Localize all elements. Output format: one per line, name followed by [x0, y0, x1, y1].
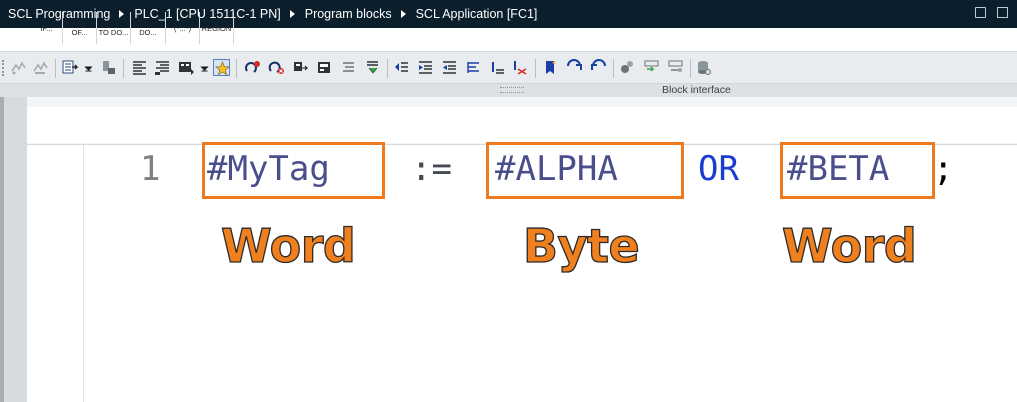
bookmark-remove-icon[interactable] [511, 59, 528, 76]
indent-right-icon[interactable] [417, 59, 434, 76]
step-into-icon[interactable] [667, 59, 684, 76]
list-indent-icon[interactable] [131, 59, 148, 76]
toolbar-separator [535, 59, 536, 78]
database-icon[interactable] [695, 59, 712, 76]
uncomment-icon[interactable] [316, 59, 333, 76]
breadcrumb-program-blocks[interactable]: Program blocks [305, 7, 392, 21]
align-icon[interactable] [465, 59, 482, 76]
download-icon[interactable] [364, 59, 381, 76]
favorites-icon[interactable] [213, 59, 230, 76]
beta-highlight-box [780, 142, 935, 199]
goto-errors-icon[interactable] [244, 59, 261, 76]
maximize-window-icon[interactable] [997, 7, 1008, 18]
toolbar-grip[interactable] [2, 60, 5, 76]
bookmark-next-icon[interactable] [542, 59, 559, 76]
comment-icon[interactable] [292, 59, 309, 76]
insert-block-call-icon[interactable] [62, 59, 79, 76]
toggle-comment-icon[interactable] [340, 59, 357, 76]
breadcrumb-separator-icon [289, 10, 295, 18]
editor-toolbar [0, 51, 1017, 84]
delete-errors-icon[interactable] [268, 59, 285, 76]
snippet-if-button[interactable]: IF... [31, 12, 63, 44]
editor-gutter [4, 145, 27, 402]
alpha-type-label: Byte [522, 218, 640, 273]
toolbar-separator [236, 59, 237, 78]
bookmark-last-icon[interactable] [590, 59, 607, 76]
block-interface-bar[interactable]: Block interface [0, 84, 1017, 97]
beta-type-label: Word [781, 218, 917, 273]
toolbar-separator [387, 59, 388, 78]
dropdown-arrow-icon[interactable] [80, 59, 93, 76]
breakpoint-icon[interactable] [619, 59, 636, 76]
bookmark-set-icon[interactable] [489, 59, 506, 76]
snippet-while-button[interactable]: WHILE... DO... [131, 12, 166, 44]
display-options-icon[interactable] [178, 59, 195, 76]
target-highlight-box [202, 142, 385, 199]
outdent-icon[interactable] [441, 59, 458, 76]
alpha-highlight-box [486, 142, 684, 199]
toolbar-separator [123, 59, 124, 78]
or-keyword[interactable]: OR [698, 149, 739, 189]
line-number-gutter [27, 145, 84, 402]
toolbar-separator [690, 59, 691, 78]
restore-window-icon[interactable] [975, 7, 986, 18]
breadcrumb-block[interactable]: SCL Application [FC1] [416, 7, 538, 21]
copy-icon[interactable] [100, 59, 117, 76]
line-number: 1 [140, 149, 161, 189]
snippet-region-button[interactable]: REGION [200, 12, 234, 44]
target-type-label: Word [220, 218, 356, 273]
splitter-grip[interactable] [500, 87, 524, 93]
bookmark-prev-icon[interactable] [566, 59, 583, 76]
step-over-icon[interactable] [643, 59, 660, 76]
list-outdent-icon[interactable] [154, 59, 171, 76]
assignment-operator[interactable]: := [411, 149, 452, 189]
monitor-on-icon[interactable] [32, 59, 49, 76]
snippet-bar-gutter [4, 97, 27, 145]
toolbar-separator [55, 59, 56, 78]
snippet-bar [0, 97, 1017, 145]
block-interface-label: Block interface [662, 84, 731, 96]
snippet-case-button[interactable]: CASE... OF... [63, 12, 97, 44]
indent-left-icon[interactable] [393, 59, 410, 76]
snippet-for-button[interactable]: FOR... TO DO... [97, 12, 131, 44]
breadcrumb-separator-icon [400, 10, 406, 18]
snippet-comment-button[interactable]: (*...*) [166, 12, 200, 44]
snippet-area [27, 107, 1017, 143]
toolbar-separator [613, 59, 614, 78]
dropdown-arrow-icon[interactable] [196, 59, 209, 76]
monitor-off-icon[interactable] [10, 59, 27, 76]
statement-terminator[interactable]: ; [933, 149, 953, 189]
